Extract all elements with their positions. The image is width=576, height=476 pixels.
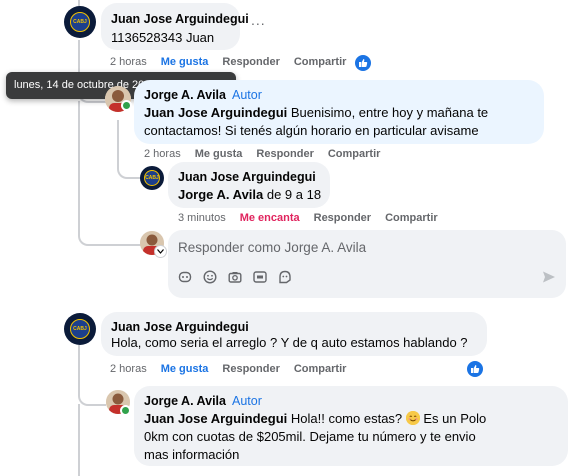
reply-text: Jorge A. Avila de 9 a 18 <box>178 186 321 204</box>
comment-author[interactable]: Juan Jose Arguindegui <box>111 12 249 26</box>
club-crest-icon: CABJ <box>69 318 91 340</box>
like-button[interactable]: Me gusta <box>161 56 209 68</box>
smiling-face-icon <box>405 411 420 425</box>
reply-bubble: Jorge A. Avila Autor Juan Jose Arguindegu… <box>134 386 568 466</box>
more-options-button[interactable]: ... <box>251 12 266 28</box>
comment-bubble: Juan Jose Arguindegui Hola, como seria e… <box>101 312 487 356</box>
reply-text: Juan Jose Arguindegui Hola!! como estas?… <box>144 410 490 464</box>
reply-button[interactable]: Responder <box>256 148 313 160</box>
reply-author-name[interactable]: Jorge A. Avila <box>144 88 226 102</box>
reply-button[interactable]: Responder <box>314 212 371 224</box>
sticker-icon[interactable] <box>178 270 192 284</box>
reply-actions: 2 horas Me gusta Responder Compartir <box>144 148 380 160</box>
gif-icon[interactable] <box>253 270 267 284</box>
comment-text: Hola, como seria el arreglo ? Y de q aut… <box>111 335 468 350</box>
share-button[interactable]: Compartir <box>385 212 438 224</box>
comment-actions: 2 horas Me gusta Responder Compartir <box>110 363 346 375</box>
mention-link[interactable]: Jorge A. Avila <box>178 187 263 202</box>
avatar[interactable]: CABJ <box>140 166 164 190</box>
reply-input[interactable]: Responder como Jorge A. Avila <box>168 230 566 298</box>
comment-timestamp[interactable]: 2 horas <box>110 56 147 68</box>
like-button[interactable]: Me gusta <box>161 363 209 375</box>
avatar[interactable]: CABJ <box>64 6 96 38</box>
reply-author-name[interactable]: Jorge A. Avila <box>144 394 226 408</box>
comment-author[interactable]: Juan Jose Arguindegui <box>111 320 249 334</box>
online-status-dot <box>121 100 132 111</box>
reply-author: Jorge A. Avila Autor <box>144 88 262 102</box>
send-icon[interactable] <box>542 270 556 289</box>
comment-text: 1136528343 Juan <box>111 30 215 45</box>
mention-link[interactable]: Juan Jose Arguindegui <box>144 411 287 426</box>
like-reaction-icon[interactable] <box>467 361 483 377</box>
comment-timestamp[interactable]: 2 horas <box>110 363 147 375</box>
author-badge: Autor <box>231 88 262 102</box>
reply-timestamp[interactable]: 2 horas <box>144 148 181 160</box>
love-button[interactable]: Me encanta <box>240 212 300 224</box>
club-crest-icon: CABJ <box>144 170 160 186</box>
thread-line <box>78 101 80 231</box>
like-button[interactable]: Me gusta <box>195 148 243 160</box>
club-crest-icon: CABJ <box>69 11 91 33</box>
share-button[interactable]: Compartir <box>294 363 347 375</box>
online-status-dot <box>120 405 131 416</box>
avatar-sticker-icon[interactable] <box>278 270 292 284</box>
like-reaction-icon[interactable] <box>355 55 371 71</box>
share-button[interactable]: Compartir <box>294 56 347 68</box>
camera-icon[interactable] <box>228 270 242 284</box>
reply-timestamp[interactable]: 3 minutos <box>178 212 226 224</box>
reply-author[interactable]: Juan Jose Arguindegui <box>178 170 316 184</box>
reply-body: Hola!! como estas? <box>287 411 406 426</box>
comment-actions: 2 horas Me gusta Responder Compartir <box>110 56 346 68</box>
thread-line <box>78 404 80 476</box>
thread-curve <box>78 218 142 246</box>
thread-line <box>117 120 119 158</box>
thread-curve <box>78 362 106 406</box>
reply-bubble: Jorge A. Avila Autor Juan Jose Arguindegu… <box>134 80 544 144</box>
reply-placeholder: Responder como Jorge A. Avila <box>178 240 367 255</box>
comment-bubble: Juan Jose Arguindegui 1136528343 Juan <box>101 3 249 50</box>
reply-button[interactable]: Responder <box>222 363 279 375</box>
thread-curve <box>117 155 143 179</box>
reply-text: Juan Jose Arguindegui Buenisimo, entre h… <box>144 104 504 140</box>
reply-author: Jorge A. Avila Autor <box>144 394 262 408</box>
avatar[interactable]: CABJ <box>64 313 96 345</box>
emoji-icon[interactable] <box>203 270 217 284</box>
reply-body: de 9 a 18 <box>263 187 322 202</box>
reply-bubble: Juan Jose Arguindegui Jorge A. Avila de … <box>168 162 330 208</box>
reply-button[interactable]: Responder <box>222 56 279 68</box>
share-button[interactable]: Compartir <box>328 148 381 160</box>
author-badge: Autor <box>231 394 262 408</box>
composer-toolbar <box>178 270 292 284</box>
mention-link[interactable]: Juan Jose Arguindegui <box>144 105 287 120</box>
chevron-down-icon[interactable] <box>154 245 167 258</box>
reply-actions: 3 minutos Me encanta Responder Compartir <box>178 212 438 224</box>
